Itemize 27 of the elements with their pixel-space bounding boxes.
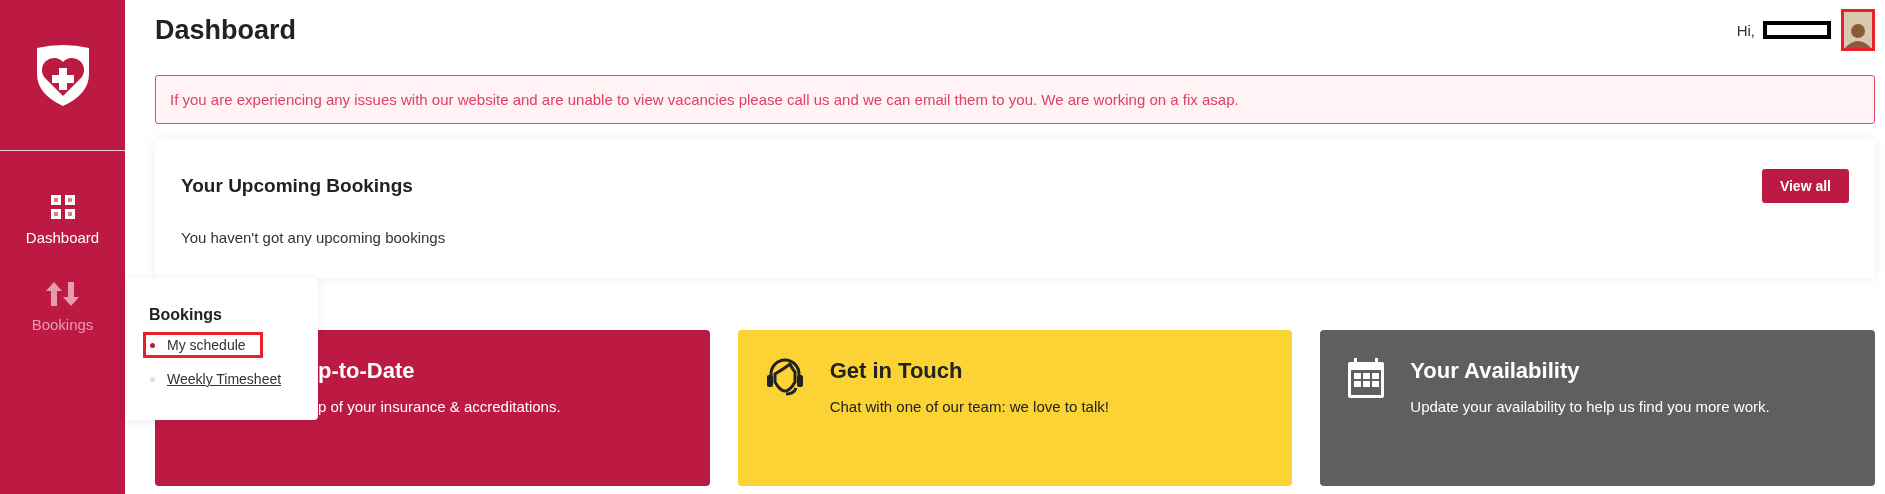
headset-icon [765, 358, 804, 396]
grid-icon [50, 195, 75, 219]
page-title: Dashboard [155, 14, 298, 46]
view-all-button[interactable]: View all [1761, 169, 1849, 203]
calendar-icon [1348, 358, 1385, 398]
redaction-bar [1763, 21, 1831, 39]
bullet-icon [150, 342, 155, 348]
card-title: Get in Touch [829, 358, 964, 384]
person-silhouette-icon [1845, 22, 1871, 48]
card-text: Chat with one of our team: we love to talk! [829, 398, 1109, 415]
greeting: Hi, [1736, 21, 1755, 39]
card-text: p of your insurance & accreditations. [318, 398, 561, 415]
avatar[interactable] [1841, 9, 1875, 51]
card-title: Your Availability [1410, 358, 1581, 384]
action-card[interactable]: Your Availability Update your availability to help us find you more work. [1320, 330, 1875, 486]
up-down-arrows-icon [46, 282, 79, 306]
action-card[interactable]: Get in Touch Chat with one of our team: we love to talk! [737, 330, 1293, 486]
nav-item[interactable]: Dashboard [0, 195, 125, 246]
notice-banner: If you are experiencing any issues with our website and are unable to view vacancies please call us and we can email them to you. We are working on a fix asap. [155, 75, 1875, 124]
card-text: Update your availability to help us find you more work. [1410, 398, 1770, 415]
bullet-icon [150, 376, 155, 382]
menu-item[interactable]: My schedule [143, 332, 263, 358]
card-title: p-to-Date [318, 358, 416, 384]
card-title: Your Upcoming Bookings [181, 175, 413, 197]
menu-heading: Bookings [149, 306, 223, 324]
shield-logo [34, 44, 91, 106]
empty-message: You haven't got any upcoming bookings [181, 229, 447, 246]
